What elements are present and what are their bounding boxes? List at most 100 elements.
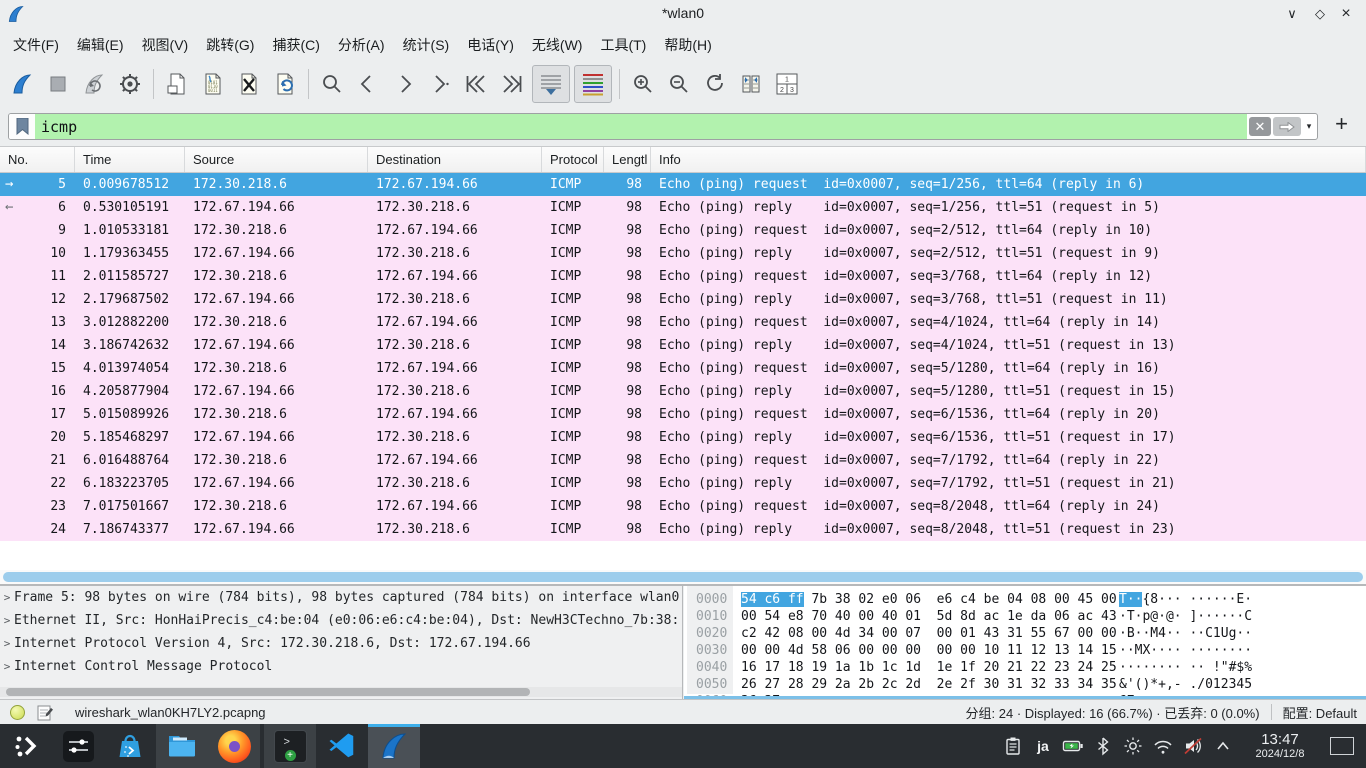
- hex-row-0000[interactable]: 000054 c6 ff 7b 38 02 e0 06 e6 c4 be 04 …: [684, 591, 1366, 608]
- hex-row-0030[interactable]: 003000 00 4d 58 06 00 00 00 00 00 10 11 …: [684, 642, 1366, 659]
- go-back-icon[interactable]: [352, 68, 384, 100]
- menu-item-11[interactable]: 帮助(H): [655, 31, 720, 59]
- detail-line-4[interactable]: >Internet Control Message Protocol: [0, 655, 682, 678]
- column-header-info[interactable]: Info: [651, 147, 1366, 172]
- find-packet-icon[interactable]: [316, 68, 348, 100]
- menu-item-10[interactable]: 工具(T): [591, 31, 655, 59]
- display-filter-input[interactable]: icmp: [35, 114, 1247, 139]
- hex-dump-pane[interactable]: 000054 c6 ff 7b 38 02 e0 06 e6 c4 be 04 …: [684, 586, 1366, 699]
- reload-file-icon[interactable]: [269, 68, 301, 100]
- show-desktop-button[interactable]: [1330, 737, 1354, 755]
- zoom-in-icon[interactable]: [627, 68, 659, 100]
- go-last-icon[interactable]: [496, 68, 528, 100]
- hex-ascii[interactable]: ·B··M4·· ··C1Ug··: [1119, 625, 1252, 642]
- zoom-out-icon[interactable]: [663, 68, 695, 100]
- packet-row-10[interactable]: 101.179363455172.67.194.66172.30.218.6IC…: [0, 242, 1366, 265]
- open-file-icon[interactable]: [161, 68, 193, 100]
- packet-row-12[interactable]: 122.179687502172.67.194.66172.30.218.6IC…: [0, 288, 1366, 311]
- column-header-lengtl[interactable]: Lengtl: [604, 147, 651, 172]
- clock[interactable]: 13:47 2024/12/8: [1244, 732, 1316, 761]
- packet-row-21[interactable]: 216.016488764172.30.218.6172.67.194.66IC…: [0, 449, 1366, 472]
- expander-icon[interactable]: >: [0, 586, 14, 609]
- expander-icon[interactable]: >: [0, 632, 14, 655]
- input-method-indicator[interactable]: ja: [1028, 724, 1058, 768]
- menu-item-7[interactable]: 统计(S): [394, 31, 459, 59]
- terminal-button[interactable]: >+: [264, 724, 316, 768]
- discover-store-button[interactable]: [104, 724, 156, 768]
- packet-row-13[interactable]: 133.012882200172.30.218.6172.67.194.66IC…: [0, 311, 1366, 334]
- column-header-time[interactable]: Time: [75, 147, 185, 172]
- filter-bookmark-icon[interactable]: [9, 114, 35, 139]
- expander-icon[interactable]: >: [0, 655, 14, 678]
- titlebar[interactable]: *wlan0 ∨ ◇ ×: [0, 0, 1366, 28]
- menu-item-8[interactable]: 电话(Y): [458, 31, 523, 59]
- go-first-icon[interactable]: [460, 68, 492, 100]
- packet-row-22[interactable]: 226.183223705172.67.194.66172.30.218.6IC…: [0, 472, 1366, 495]
- zoom-reset-icon[interactable]: [699, 68, 731, 100]
- packet-row-9[interactable]: 91.010533181172.30.218.6172.67.194.66ICM…: [0, 219, 1366, 242]
- packet-row-17[interactable]: 175.015089926172.30.218.6172.67.194.66IC…: [0, 403, 1366, 426]
- hex-bytes[interactable]: 16 17 18 19 1a 1b 1c 1d 1e 1f 20 21 22 2…: [741, 659, 1119, 676]
- close-icon[interactable]: ×: [1334, 3, 1358, 25]
- filter-apply-icon[interactable]: [1273, 117, 1301, 136]
- minimize-icon[interactable]: ∨: [1280, 3, 1304, 25]
- menu-item-2[interactable]: 编辑(E): [68, 31, 133, 59]
- menu-item-4[interactable]: 跳转(G): [197, 31, 263, 59]
- packet-row-24[interactable]: 247.186743377172.67.194.66172.30.218.6IC…: [0, 518, 1366, 541]
- go-to-packet-icon[interactable]: [424, 68, 456, 100]
- system-settings-button[interactable]: [52, 724, 104, 768]
- profile-selector[interactable]: 配置: Default: [1283, 703, 1357, 722]
- filter-clear-icon[interactable]: ✕: [1249, 117, 1271, 136]
- capture-comment-icon[interactable]: [37, 704, 53, 721]
- auto-scroll-button[interactable]: [532, 65, 570, 103]
- wireshark-task-button[interactable]: [368, 724, 420, 768]
- bluetooth-icon[interactable]: [1088, 724, 1118, 768]
- expand-tray-icon[interactable]: [1208, 724, 1238, 768]
- packet-row-14[interactable]: 143.186742632172.67.194.66172.30.218.6IC…: [0, 334, 1366, 357]
- packet-list-hscrollbar[interactable]: [0, 570, 1366, 584]
- detail-line-2[interactable]: >Ethernet II, Src: HonHaiPrecis_c4:be:04…: [0, 609, 682, 632]
- details-hscrollbar[interactable]: [0, 687, 683, 697]
- maximize-icon[interactable]: ◇: [1308, 3, 1332, 25]
- menu-item-3[interactable]: 视图(V): [133, 31, 198, 59]
- hex-ascii[interactable]: ·T·p@·@· ]······C: [1119, 608, 1252, 625]
- hex-ascii[interactable]: ··MX···· ········: [1119, 642, 1252, 659]
- go-forward-icon[interactable]: [388, 68, 420, 100]
- packet-row-6[interactable]: 6←0.530105191172.67.194.66172.30.218.6IC…: [0, 196, 1366, 219]
- hex-bytes[interactable]: 54 c6 ff 7b 38 02 e0 06 e6 c4 be 04 08 0…: [741, 591, 1119, 608]
- hex-ascii[interactable]: &'()*+,- ./012345: [1119, 676, 1252, 693]
- menu-item-5[interactable]: 捕获(C): [263, 31, 328, 59]
- expert-info-icon[interactable]: [10, 705, 25, 720]
- vscode-button[interactable]: [316, 724, 368, 768]
- hex-row-0050[interactable]: 005026 27 28 29 2a 2b 2c 2d 2e 2f 30 31 …: [684, 676, 1366, 693]
- hex-ascii[interactable]: T··{8··· ······E·: [1119, 591, 1252, 608]
- restart-capture-icon[interactable]: [78, 68, 110, 100]
- battery-icon[interactable]: [1058, 724, 1088, 768]
- packet-row-11[interactable]: 112.011585727172.30.218.6172.67.194.66IC…: [0, 265, 1366, 288]
- brightness-icon[interactable]: [1118, 724, 1148, 768]
- layout-chooser-icon[interactable]: 123: [771, 68, 803, 100]
- clipboard-icon[interactable]: [998, 724, 1028, 768]
- packet-row-5[interactable]: 5→0.009678512172.30.218.6172.67.194.66IC…: [0, 173, 1366, 196]
- hex-bytes[interactable]: 26 27 28 29 2a 2b 2c 2d 2e 2f 30 31 32 3…: [741, 676, 1119, 693]
- details-hscrollbar-thumb[interactable]: [6, 688, 530, 696]
- hex-ascii[interactable]: ········ ·· !"#$%: [1119, 659, 1252, 676]
- firefox-button[interactable]: [208, 724, 260, 768]
- packet-row-15[interactable]: 154.013974054172.30.218.6172.67.194.66IC…: [0, 357, 1366, 380]
- menu-item-1[interactable]: 文件(F): [4, 31, 68, 59]
- volume-muted-icon[interactable]: [1178, 724, 1208, 768]
- column-header-protocol[interactable]: Protocol: [542, 147, 604, 172]
- wifi-icon[interactable]: [1148, 724, 1178, 768]
- stop-capture-icon[interactable]: [42, 68, 74, 100]
- hex-bytes[interactable]: 00 00 4d 58 06 00 00 00 00 00 10 11 12 1…: [741, 642, 1119, 659]
- hex-row-0010[interactable]: 001000 54 e8 70 40 00 40 01 5d 8d ac 1e …: [684, 608, 1366, 625]
- save-file-icon[interactable]: 010101100011: [197, 68, 229, 100]
- hex-row-0040[interactable]: 004016 17 18 19 1a 1b 1c 1d 1e 1f 20 21 …: [684, 659, 1366, 676]
- colorize-button[interactable]: [574, 65, 612, 103]
- menu-item-6[interactable]: 分析(A): [329, 31, 394, 59]
- column-header-destination[interactable]: Destination: [368, 147, 542, 172]
- filter-dropdown-caret-icon[interactable]: ▾: [1301, 114, 1317, 139]
- filter-add-button[interactable]: +: [1335, 111, 1348, 137]
- start-capture-icon[interactable]: [6, 68, 38, 100]
- detail-line-1[interactable]: >Frame 5: 98 bytes on wire (784 bits), 9…: [0, 586, 682, 609]
